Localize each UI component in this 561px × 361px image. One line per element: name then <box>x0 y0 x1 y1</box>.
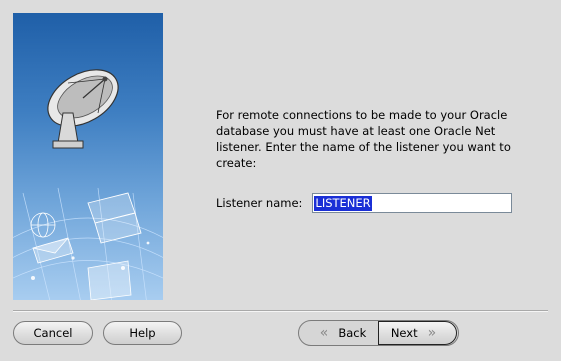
cancel-button-label: Cancel <box>33 326 73 340</box>
listener-name-row: Listener name: LISTENER <box>216 193 513 213</box>
listener-name-input[interactable]: LISTENER <box>312 193 513 213</box>
satellite-dish-illustration <box>13 69 163 300</box>
next-button-label: Next <box>390 326 418 340</box>
next-button[interactable]: Next » <box>378 321 457 345</box>
listener-name-value: LISTENER <box>314 195 372 211</box>
chevron-double-right-icon: » <box>427 325 437 341</box>
button-bar-divider <box>13 310 548 312</box>
back-button[interactable]: « Back <box>300 321 378 345</box>
wizard-banner-image <box>13 13 163 300</box>
listener-name-label: Listener name: <box>216 196 303 210</box>
back-button-label: Back <box>338 326 367 340</box>
instruction-text: For remote connections to be made to you… <box>216 108 511 170</box>
help-button[interactable]: Help <box>103 321 182 345</box>
cancel-button[interactable]: Cancel <box>13 321 93 345</box>
help-button-label: Help <box>129 326 156 340</box>
chevron-double-left-icon: « <box>319 325 329 341</box>
